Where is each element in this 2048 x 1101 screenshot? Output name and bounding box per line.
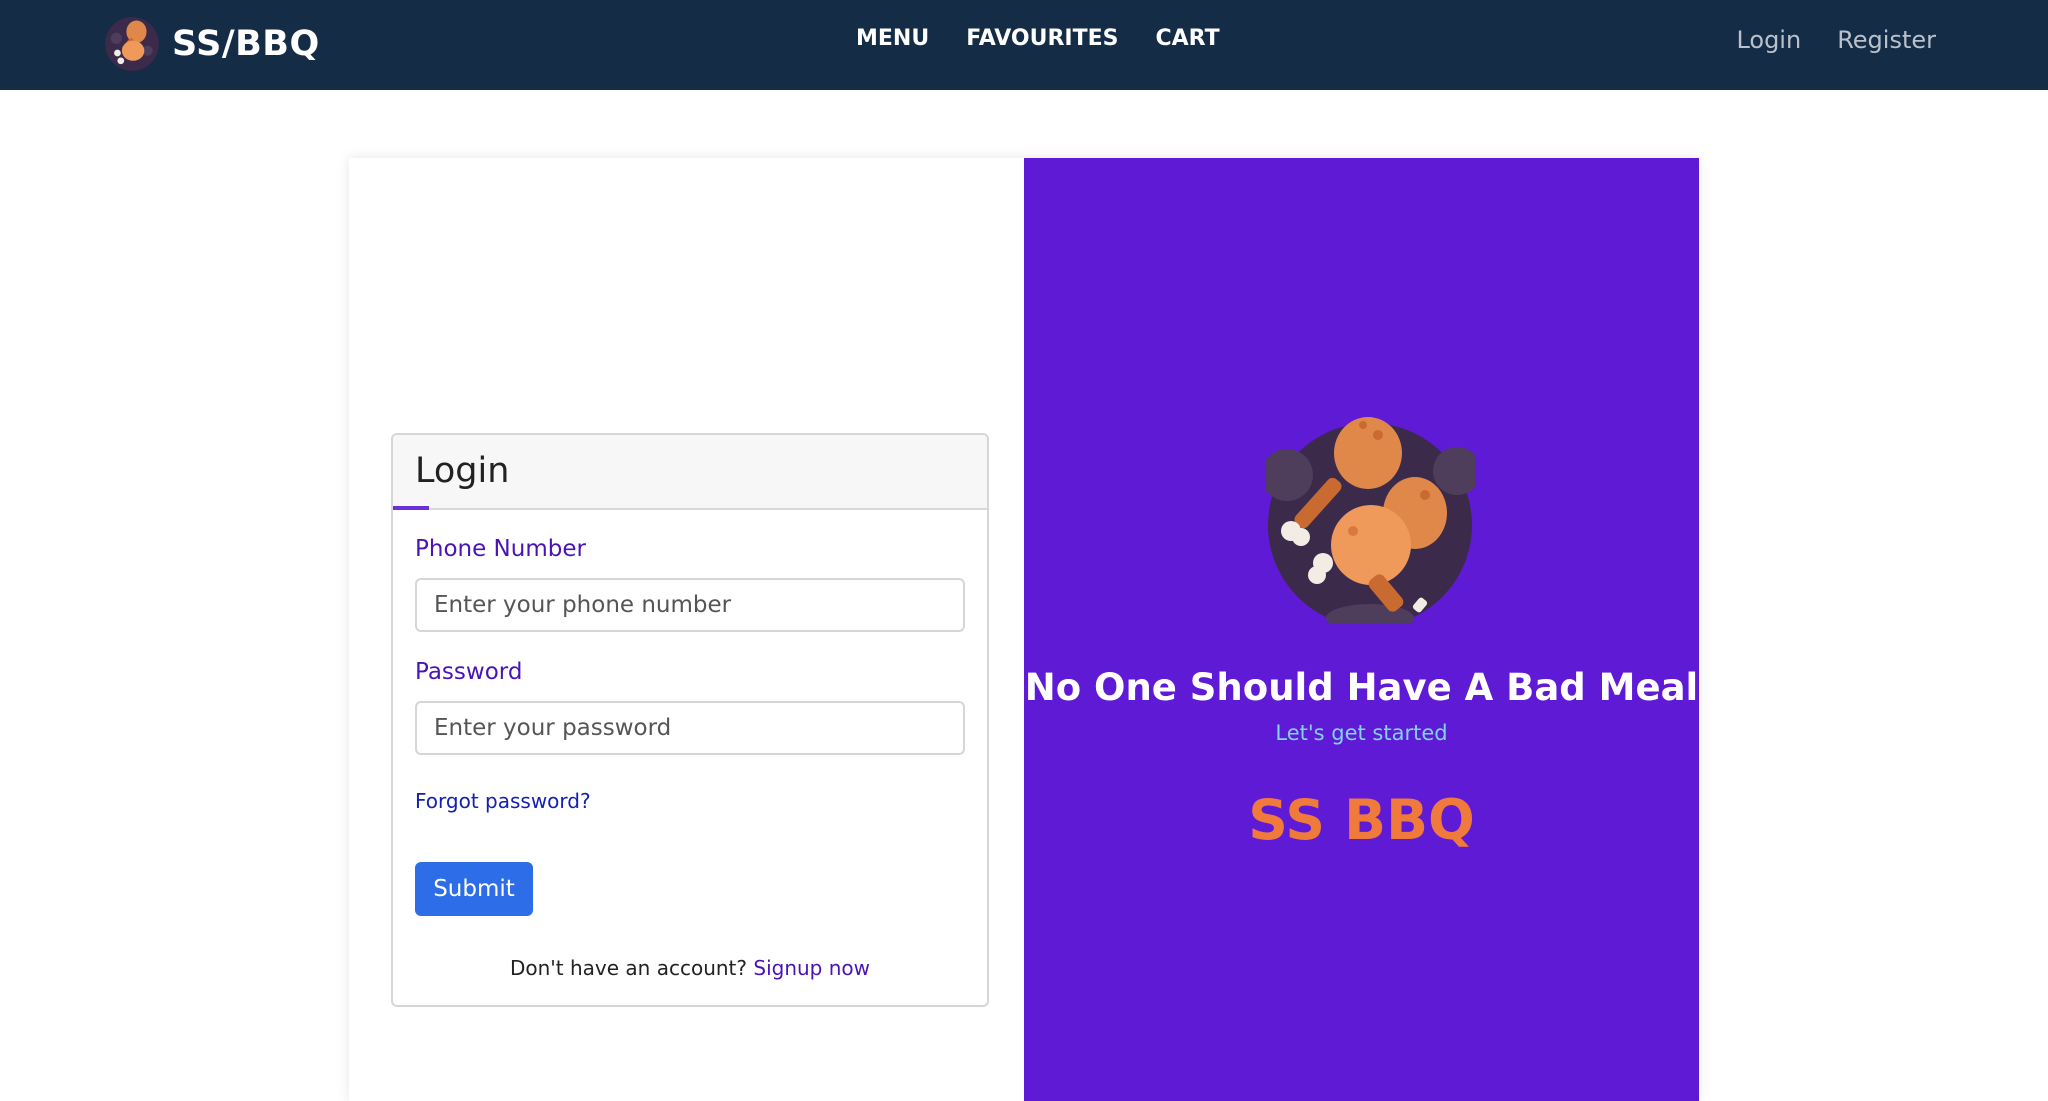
hero-subtitle: Let's get started [1275,721,1448,745]
title-underline [393,506,429,510]
nav-link-cart[interactable]: CART [1155,26,1219,51]
nav-link-menu[interactable]: MENU [856,26,929,51]
nav-link-favourites[interactable]: FAVOURITES [966,26,1118,51]
chicken-drumstick-icon [1265,417,1475,623]
password-label: Password [415,659,523,685]
forgot-password-link[interactable]: Forgot password? [415,789,591,813]
signup-link[interactable]: Signup now [753,956,870,980]
nav-login-link[interactable]: Login [1736,26,1801,54]
login-pane: Login Phone Number Password Forgot passw… [349,158,1024,1101]
nav-register-link[interactable]: Register [1837,26,1936,54]
hero-pane: No One Should Have A Bad Meal Let's get … [1024,158,1699,1101]
phone-input[interactable] [415,578,965,632]
login-form: Login Phone Number Password Forgot passw… [391,433,989,1007]
signup-prompt: Don't have an account? Signup now [393,956,987,980]
top-navbar: SS/BBQ MENU FAVOURITES CART Login Regist… [0,0,2048,90]
hero-brand: SS BBQ [1248,788,1475,852]
brand-link[interactable]: SS/BBQ [104,14,320,74]
password-input[interactable] [415,701,965,755]
hero-title: No One Should Have A Bad Meal [1024,666,1699,709]
submit-button[interactable]: Submit [415,862,533,916]
brand-name: SS/BBQ [172,24,320,64]
login-title: Login [415,451,510,491]
auth-nav: Login Register [1700,26,1936,54]
chicken-drumstick-icon [105,17,159,71]
phone-label: Phone Number [415,536,586,562]
main-nav: MENU FAVOURITES CART [856,26,1257,51]
login-header: Login [393,435,987,510]
auth-card: Login Phone Number Password Forgot passw… [349,158,1699,1101]
signup-prompt-text: Don't have an account? [509,956,748,980]
